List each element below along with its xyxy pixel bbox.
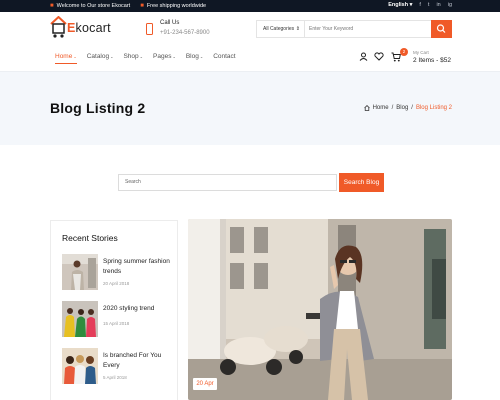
story-date: 5 April 2018 [103,375,127,380]
story-date: 20 April 2018 [103,281,130,286]
truck-icon: ■ [140,3,144,9]
call-label: Call Us [160,20,180,26]
instagram-icon[interactable]: ig [448,2,452,8]
story-thumbnail[interactable] [62,254,98,290]
story-thumbnail[interactable] [62,301,98,337]
story-date: 15 April 2018 [103,321,130,326]
story-item[interactable]: Spring summer fashion trends 20 April 20… [62,254,174,290]
search-icon [436,24,446,33]
page-banner: Blog Listing 2 Home / Blog / Blog Listin… [0,71,500,145]
breadcrumb-blog[interactable]: Blog [396,105,408,111]
story-item[interactable]: Is branched For You Every 5 April 2018 [62,348,174,384]
nav-label: Blog [185,53,199,60]
nav-label: Home [55,53,73,60]
story-title[interactable]: Spring summer fashion trends [103,257,173,277]
welcome-text: Welcome to Our store Ekocart [56,3,131,9]
facebook-icon[interactable]: f [419,2,421,8]
nav-active-indicator [55,63,77,64]
logo-text[interactable]: Ekocart [67,21,111,35]
nav-label: Catalog [86,53,110,60]
post-date-badge: 20 Apr [193,378,217,390]
nav-label: Pages [153,53,172,60]
search-blog-button[interactable]: Search Blog [339,173,384,192]
nav-item-catalog[interactable]: Catalog ⌄ [87,53,114,60]
search-input[interactable]: Enter Your Keyword [309,21,353,37]
blog-search-input[interactable]: Search [118,174,337,191]
twitter-icon[interactable]: t [428,2,430,8]
story-title[interactable]: 2020 styling trend [103,304,173,314]
nav-label: Shop [123,53,139,60]
breadcrumb-home[interactable]: Home [373,105,389,111]
logo-letter: E [67,21,76,35]
chevron-down-icon: ⌄ [139,54,144,59]
recent-stories-widget: Recent Stories Spring summer fashion tre… [50,220,178,400]
user-icon[interactable] [359,52,368,61]
nav-item-blog[interactable]: Blog ⌄ [186,53,203,60]
breadcrumb-separator: / [391,105,394,111]
linkedin-icon[interactable]: in [436,2,440,8]
widget-title: Recent Stories [62,233,118,243]
heart-icon[interactable] [374,52,384,61]
category-select[interactable]: All Categories ⇕ [257,21,305,37]
language-select[interactable]: English ▾ [388,2,412,8]
breadcrumb: Home / Blog / Blog Listing 2 [363,105,452,111]
chevron-down-icon: ⌄ [110,54,114,59]
chevron-down-icon: ▾ [409,2,413,8]
chevron-down-icon: ⌄ [172,54,176,59]
cart-logo-icon [50,16,67,38]
logo-word: kocart [75,21,111,35]
gift-icon: ■ [50,3,54,9]
language-label: English [388,2,409,8]
select-arrows-icon: ⇕ [295,26,300,32]
header-search: All Categories ⇕ Enter Your Keyword [256,20,452,38]
chevron-down-icon: ⌄ [73,54,77,59]
nav-item-contact[interactable]: Contact [213,53,235,60]
cart-label: My Cart [413,50,429,55]
nav-label: Contact [213,53,236,60]
nav-item-home[interactable]: Home ⌄ [55,53,77,60]
story-item[interactable]: 2020 styling trend 15 April 2018 [62,301,174,337]
top-bar: ■ Welcome to Our store Ekocart ■ Free sh… [0,0,500,12]
call-number[interactable]: +91-234-567-8900 [160,30,210,36]
page-title: Blog Listing 2 [50,100,146,116]
home-icon [363,105,370,111]
nav-item-shop[interactable]: Shop ⌄ [123,53,143,60]
story-title[interactable]: Is branched For You Every [103,351,173,371]
chevron-down-icon: ⌄ [199,54,204,59]
breadcrumb-separator: / [411,105,413,111]
cart-summary[interactable]: 2 Items - $52 [413,57,451,64]
cart-count-badge: 2 [400,48,408,56]
breadcrumb-current: Blog Listing 2 [415,105,452,111]
featured-post-image[interactable] [188,219,452,400]
story-thumbnail[interactable] [62,348,98,384]
nav-item-pages[interactable]: Pages ⌄ [153,53,176,60]
search-button[interactable] [431,20,452,38]
category-label: All Categories [263,26,295,32]
main-nav: Home ⌄ Catalog ⌄ Shop ⌄ Pages ⌄ Blog ⌄ Contac… [55,53,246,60]
phone-icon [146,23,153,35]
shipping-text: Free shipping worldwide [146,3,207,9]
